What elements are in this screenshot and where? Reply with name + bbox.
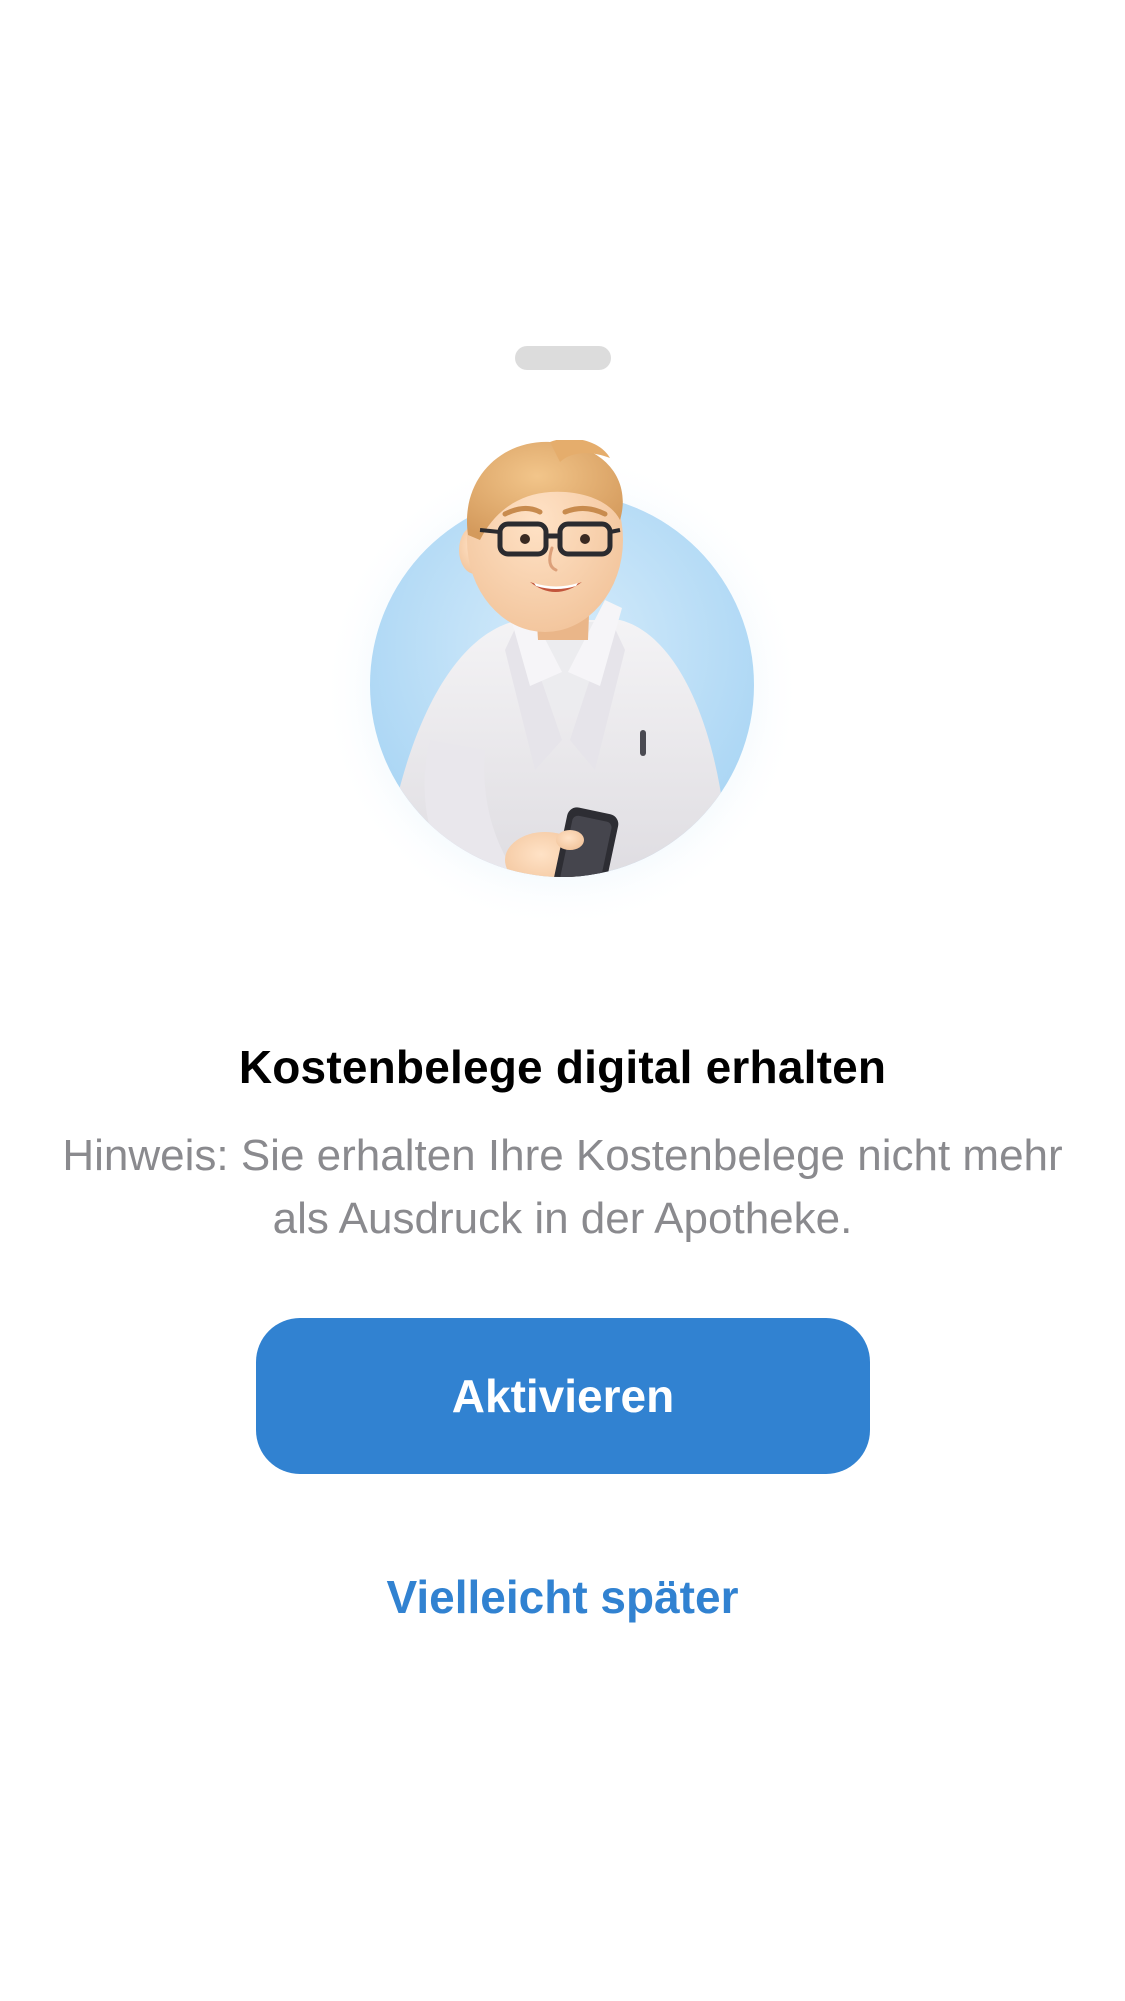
activate-button[interactable]: Aktivieren bbox=[256, 1318, 870, 1474]
bottom-sheet: Kostenbelege digital erhalten Hinweis: S… bbox=[0, 0, 1125, 2001]
maybe-later-button[interactable]: Vielleicht später bbox=[0, 1570, 1125, 1624]
pharmacist-avatar-icon bbox=[320, 440, 805, 940]
hint-text: Hinweis: Sie erhalten Ihre Kostenbelege … bbox=[62, 1131, 1063, 1243]
sheet-grabber-handle[interactable] bbox=[515, 346, 611, 370]
sheet-title: Kostenbelege digital erhalten bbox=[238, 1041, 887, 1093]
